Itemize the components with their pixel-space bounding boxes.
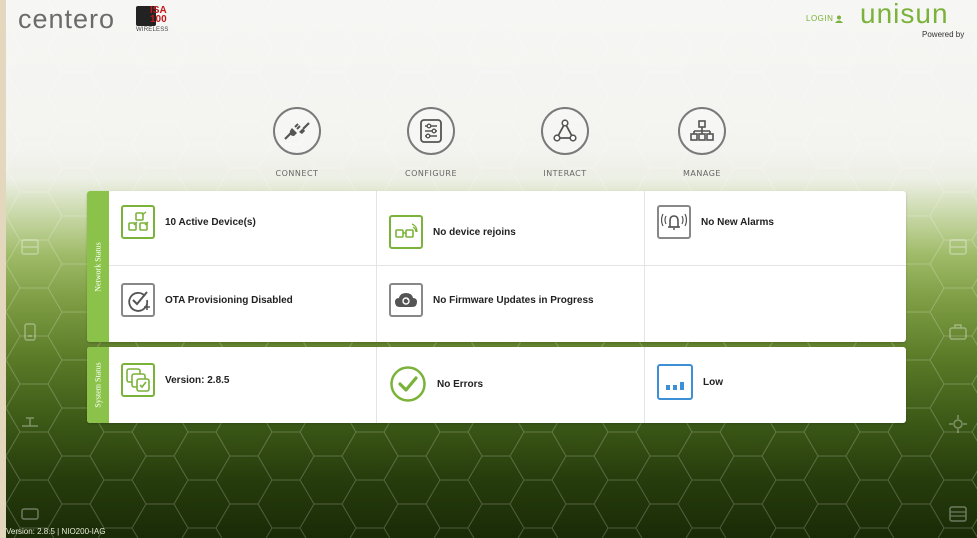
nav-label: MANAGE (683, 169, 721, 178)
keyboard-icon (21, 508, 39, 520)
rejoin-icon (389, 215, 423, 249)
nav-connect[interactable]: CONNECT (252, 107, 342, 178)
valve-icon (22, 417, 38, 427)
version-item[interactable]: Version: 2.8.5 (121, 363, 229, 397)
alarms-text: No New Alarms (701, 216, 774, 228)
sliders-icon (420, 119, 442, 143)
hierarchy-icon (690, 120, 714, 141)
network-status-panel: Network Status 10 Active Device(s) No de… (87, 191, 906, 342)
nav-label: CONNECT (275, 169, 319, 178)
isa100-logo: ISA 100 WIRELESS (136, 5, 169, 33)
device-rejoins-text: No device rejoins (433, 226, 516, 238)
version-footer: Version: 2.8.5 | NIO200-IAG (6, 527, 106, 536)
system-status-tab: System Status (87, 347, 109, 423)
briefcase-icon (949, 324, 967, 340)
nav-label: CONFIGURE (405, 169, 457, 178)
devices-icon (121, 205, 155, 239)
centero-logo: centero (18, 4, 116, 34)
active-devices-item[interactable]: 10 Active Device(s) (121, 205, 256, 239)
network-status-tab: Network Status (87, 191, 109, 342)
version-text: Version: 2.8.5 (165, 374, 230, 386)
login-label: LOGIN (806, 14, 834, 23)
firmware-updates-item[interactable]: No Firmware Updates in Progress (389, 283, 594, 317)
system-status-panel: System Status Version: 2.8.5 No Errors L… (87, 347, 906, 423)
device-rejoins-item[interactable]: No device rejoins (389, 215, 516, 249)
alarm-icon (657, 205, 691, 239)
check-circle-icon (390, 366, 426, 402)
powered-by: Powered by (922, 30, 965, 39)
app-frame: centero ISA 100 WIRELESS LOGIN unisun Pow… (6, 0, 977, 538)
nav-interact[interactable]: INTERACT (520, 107, 610, 178)
grid-icon (949, 506, 967, 522)
nav-manage[interactable]: MANAGE (657, 107, 747, 178)
ota-provisioning-icon (121, 283, 155, 317)
signal-bars-icon (657, 364, 693, 400)
unison-logo: unisun (860, 0, 949, 29)
cloud-sync-icon (389, 283, 423, 317)
ota-provisioning-item[interactable]: OTA Provisioning Disabled (121, 283, 293, 317)
alarms-item[interactable]: No New Alarms (657, 205, 774, 239)
server-icon (21, 239, 39, 255)
server-icon (949, 239, 967, 255)
version-icon (121, 363, 155, 397)
errors-item[interactable]: No Errors (389, 365, 483, 403)
login-link[interactable]: LOGIN (806, 14, 844, 23)
errors-text: No Errors (437, 378, 484, 390)
device-icon (24, 323, 36, 341)
nav-label: INTERACT (543, 169, 587, 178)
user-icon (835, 15, 844, 23)
network-triangle-icon (553, 119, 577, 142)
ota-provisioning-text: OTA Provisioning Disabled (165, 294, 293, 306)
plug-icon (284, 122, 310, 140)
firmware-updates-text: No Firmware Updates in Progress (433, 294, 594, 306)
gear-icon (949, 415, 967, 433)
active-devices-text: 10 Active Device(s) (165, 216, 256, 228)
nav-configure[interactable]: CONFIGURE (386, 107, 476, 178)
signal-text: Low (703, 376, 723, 388)
signal-item[interactable]: Low (657, 364, 723, 400)
